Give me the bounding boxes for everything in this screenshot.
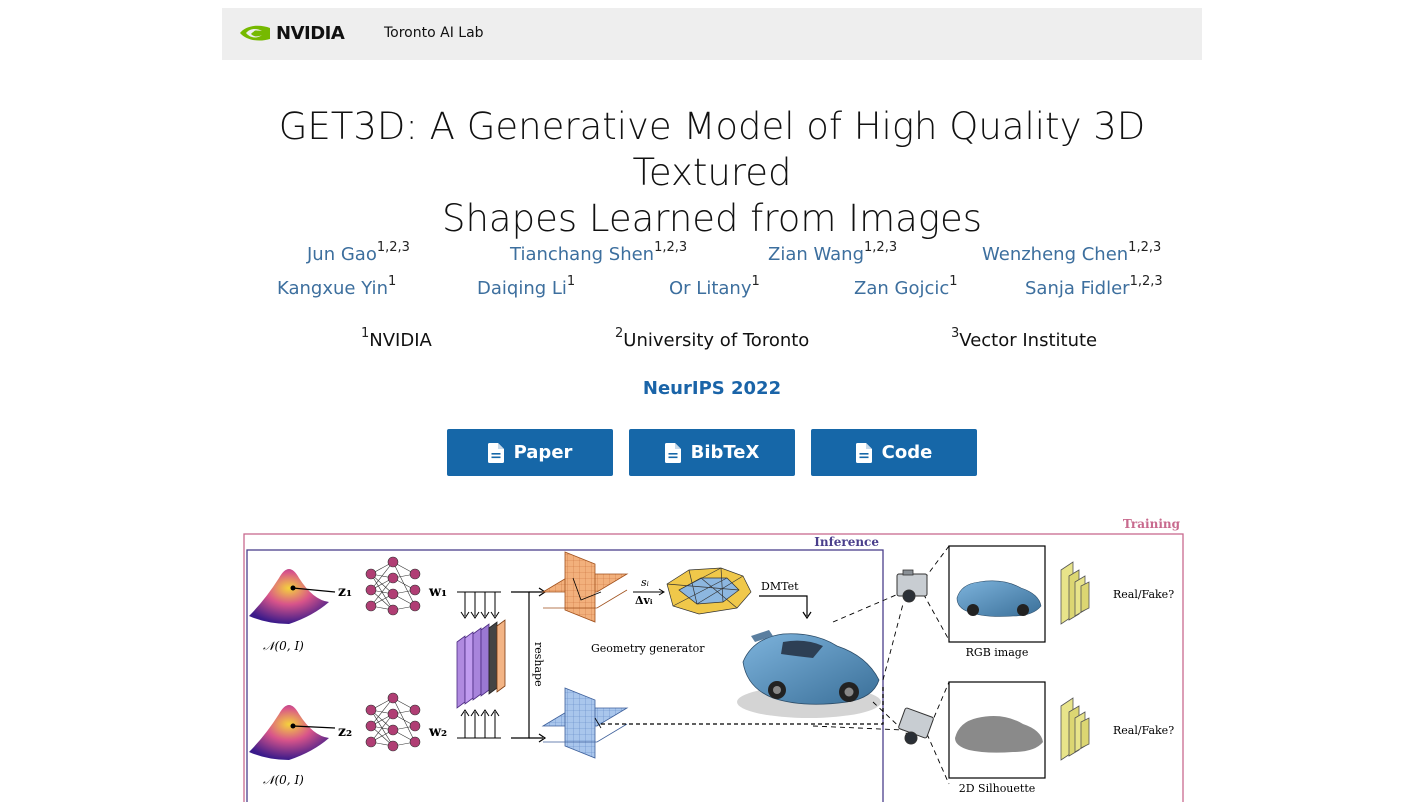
link-buttons: Paper BibTeX Code [447,429,977,476]
title-line-1: GET3D: A Generative Model of High Qualit… [278,105,1146,194]
affiliation-nvidia: 1NVIDIA [361,326,432,351]
generated-car-mesh [737,630,881,718]
bibtex-button[interactable]: BibTeX [629,429,795,476]
discriminator-top [1060,561,1090,625]
rgb-image-label: RGB image [966,646,1029,659]
training-label: Training [1123,517,1181,531]
nvidia-eye-icon [240,25,270,41]
camera-icon-bottom [898,707,934,745]
inference-label: Inference [814,535,879,549]
method-overview-figure: Training Inference 𝒩(0, I) 𝒩(0, I) z₁ z₂… [243,517,1184,802]
mapping-network-bottom [365,692,421,752]
lab-link[interactable]: Toronto AI Lab [384,25,484,41]
paper-button-label: Paper [513,442,573,463]
author-list: Jun Gao1,2,3 Tianchang Shen1,2,3 Zian Wa… [222,240,1202,312]
code-button-label: Code [881,442,933,463]
paper-button[interactable]: Paper [447,429,613,476]
camera-icon-top [896,569,928,603]
affiliation-vector: 3Vector Institute [951,326,1098,351]
affiliations: 1NVIDIA 2University of Toronto 3Vector I… [222,326,1202,360]
silhouette-label: 2D Silhouette [959,782,1036,795]
file-icon [487,442,504,463]
code-button[interactable]: Code [811,429,977,476]
author-link-wenzheng-chen[interactable]: Wenzheng Chen1,2,3 [982,240,1161,265]
author-link-sanja-fidler[interactable]: Sanja Fidler1,2,3 [1025,274,1163,299]
w2-label: w₂ [428,724,447,740]
title-line-2: Shapes Learned from Images [441,197,983,240]
author-link-zan-gojcic[interactable]: Zan Gojcic1 [854,274,958,299]
file-icon [855,442,872,463]
w1-label: w₁ [428,584,447,600]
author-link-or-litany[interactable]: Or Litany1 [669,274,760,299]
texture-triplane [541,687,629,759]
gaussian-bump-bottom [249,705,329,760]
author-row-1: Jun Gao1,2,3 Tianchang Shen1,2,3 Zian Wa… [222,240,1202,278]
bibtex-button-label: BibTeX [690,442,760,463]
dv-label: Δvᵢ [635,594,653,607]
reshape-label: reshape [532,642,545,687]
deformed-tet-mesh [666,567,752,615]
author-link-jun-gao[interactable]: Jun Gao1,2,3 [307,240,410,265]
dmtet-label: DMTet [761,580,799,593]
page-title: GET3D: A Generative Model of High Qualit… [222,104,1202,242]
discriminator-bottom [1060,697,1090,761]
file-icon [664,442,681,463]
author-row-2: Kangxue Yin1 Daiqing Li1 Or Litany1 Zan … [222,274,1202,312]
geometry-generator-label: Geometry generator [591,642,705,655]
nvidia-logo[interactable]: NVIDIA [238,22,345,44]
author-link-tianchang-shen[interactable]: Tianchang Shen1,2,3 [510,240,687,265]
brand-name: NVIDIA [276,22,345,44]
venue-label: NeurIPS 2022 [642,378,782,399]
normal-label-top: 𝒩(0, I) [263,639,304,653]
z2-label: z₂ [338,724,352,740]
author-link-kangxue-yin[interactable]: Kangxue Yin1 [277,274,396,299]
affiliation-toronto: 2University of Toronto [615,326,810,351]
si-label: sᵢ [641,576,649,589]
author-link-daiqing-li[interactable]: Daiqing Li1 [477,274,575,299]
mapping-network-top [365,556,421,616]
real-fake-label-bottom: Real/Fake? [1113,724,1174,737]
real-fake-label-top: Real/Fake? [1113,588,1174,601]
triplane-feature-stack [456,619,506,709]
author-link-zian-wang[interactable]: Zian Wang1,2,3 [768,240,897,265]
top-navbar: NVIDIA Toronto AI Lab [222,8,1202,60]
z1-label: z₁ [338,584,352,600]
geometry-triplane [541,551,629,623]
normal-label-bottom: 𝒩(0, I) [263,773,304,787]
gaussian-bump-top [249,569,329,624]
